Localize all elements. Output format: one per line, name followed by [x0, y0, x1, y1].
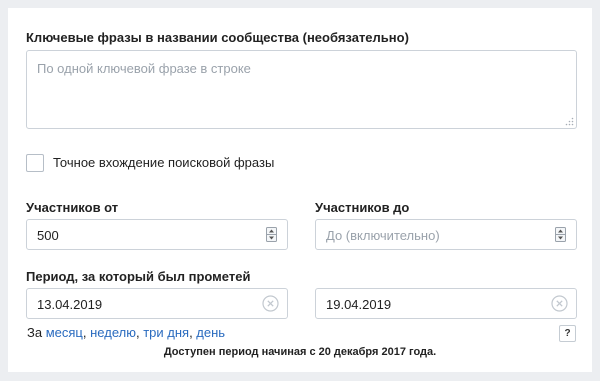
keywords-placeholder: По одной ключевой фразе в строке [37, 61, 251, 76]
period-from-input[interactable]: 13.04.2019 [26, 288, 288, 319]
range-three-days-link[interactable]: три дня [143, 325, 189, 340]
range-day-link[interactable]: день [196, 325, 225, 340]
resize-grip-icon[interactable] [565, 117, 574, 126]
help-button[interactable]: ? [559, 325, 576, 342]
members-to-label: Участников до [315, 200, 410, 215]
members-to-placeholder: До (включительно) [326, 228, 440, 243]
quick-range-prefix: За [27, 325, 43, 340]
period-availability-note: Доступен период начиная с 20 декабря 201… [163, 346, 437, 358]
quick-range: За месяц, неделю, три дня, день [27, 325, 225, 340]
search-filter-panel: Ключевые фразы в названии сообщества (не… [8, 8, 592, 372]
period-to-value: 19.04.2019 [326, 297, 392, 312]
members-from-label: Участников от [26, 200, 119, 215]
exact-match-checkbox[interactable] [26, 154, 44, 172]
members-from-input[interactable]: 500 [26, 219, 288, 250]
range-week-link[interactable]: неделю [90, 325, 136, 340]
clear-icon[interactable] [551, 295, 568, 312]
keywords-textarea[interactable]: По одной ключевой фразе в строке [26, 50, 577, 129]
keywords-label: Ключевые фразы в названии сообщества (не… [26, 30, 409, 45]
period-from-value: 13.04.2019 [37, 297, 103, 312]
period-label: Период, за который был прометей [26, 269, 251, 284]
clear-icon[interactable] [262, 295, 279, 312]
members-to-input[interactable]: До (включительно) [315, 219, 577, 250]
members-from-value: 500 [37, 228, 59, 243]
period-to-input[interactable]: 19.04.2019 [315, 288, 577, 319]
exact-match-label[interactable]: Точное вхождение поисковой фразы [53, 155, 274, 170]
range-month-link[interactable]: месяц [46, 325, 83, 340]
number-spinner-icon[interactable] [266, 227, 277, 242]
number-spinner-icon[interactable] [555, 227, 566, 242]
